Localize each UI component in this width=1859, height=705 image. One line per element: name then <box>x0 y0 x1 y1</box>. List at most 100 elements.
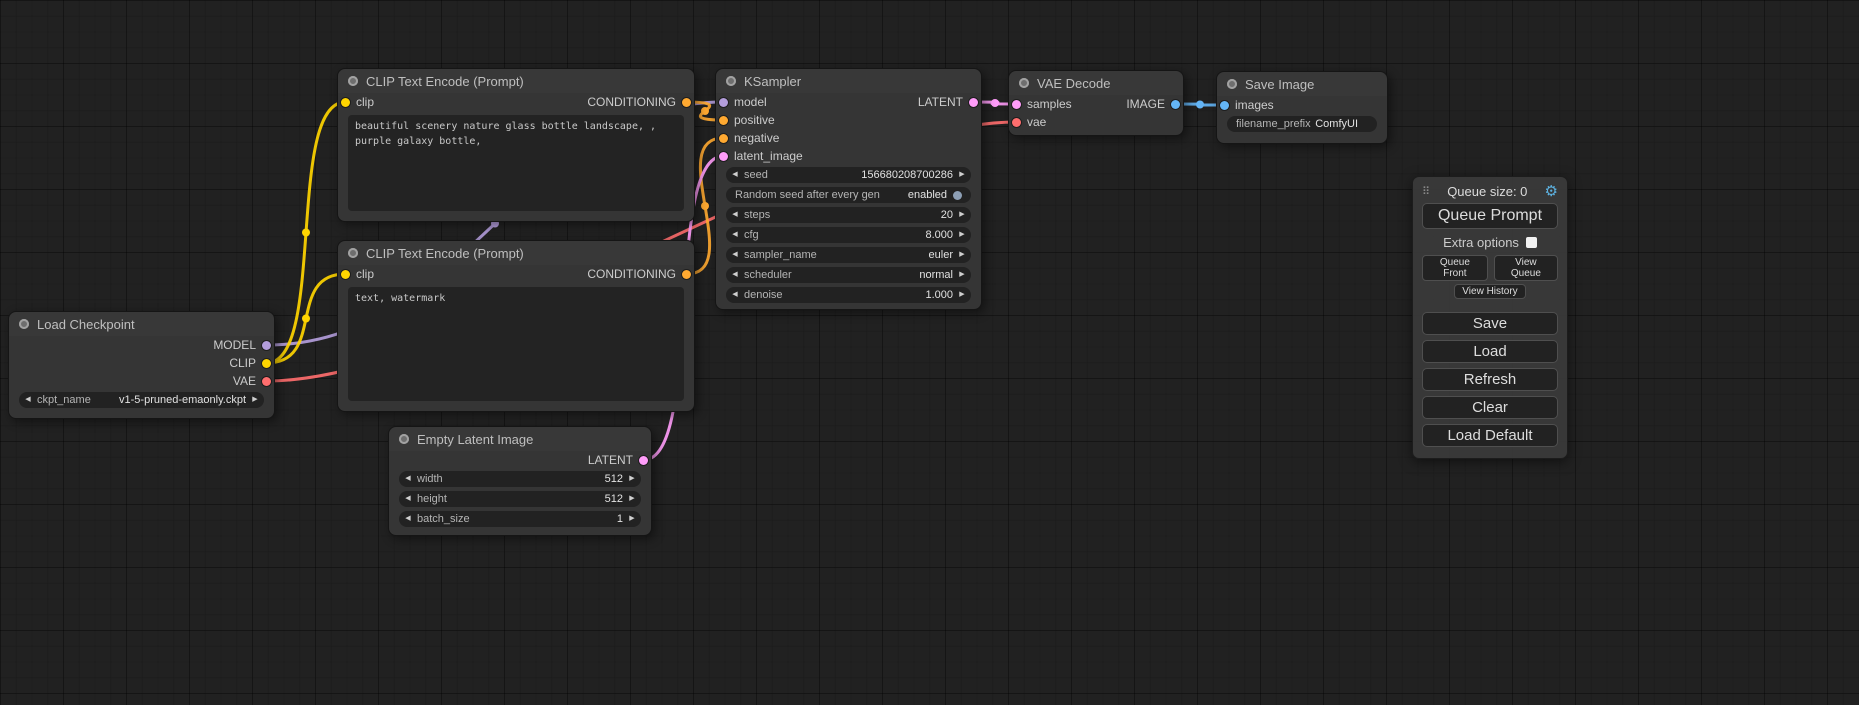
node-title-text: Empty Latent Image <box>417 432 533 447</box>
prompt-textarea[interactable]: beautiful scenery nature glass bottle la… <box>348 115 684 211</box>
node-vae-decode[interactable]: VAE DecodesamplesvaeIMAGE <box>1008 70 1184 136</box>
decrement-arrow-icon[interactable]: ◀ <box>399 471 417 487</box>
input-slot-dot[interactable] <box>719 116 728 125</box>
collapse-dot-icon[interactable] <box>348 76 358 86</box>
input-slot-dot[interactable] <box>1220 101 1229 110</box>
widget-denoise[interactable]: ◀denoise1.000▶ <box>726 287 971 303</box>
collapse-dot-icon[interactable] <box>726 76 736 86</box>
input-slot-dot[interactable] <box>719 98 728 107</box>
collapse-dot-icon[interactable] <box>19 319 29 329</box>
node-save-image[interactable]: Save Imageimagesfilename_prefixComfyUI <box>1216 71 1388 144</box>
increment-arrow-icon[interactable]: ▶ <box>623 491 641 507</box>
decrement-arrow-icon[interactable]: ◀ <box>726 167 744 183</box>
queue-panel-header: ⠿ Queue size: 0 ⚙ <box>1422 184 1558 199</box>
node-graph-canvas[interactable]: Load CheckpointMODELCLIPVAE ◀ckpt_namev1-… <box>0 0 1859 705</box>
load-default-button[interactable]: Load Default <box>1422 424 1558 447</box>
widget-batch_size[interactable]: ◀batch_size1▶ <box>399 511 641 527</box>
node-body: LATENT◀width512▶◀height512▶◀batch_size1▶ <box>389 451 651 535</box>
increment-arrow-icon[interactable]: ▶ <box>623 471 641 487</box>
widget-random-seed-after-every-gen[interactable]: Random seed after every genenabled <box>726 187 971 203</box>
widget-scheduler[interactable]: ◀schedulernormal▶ <box>726 267 971 283</box>
slots: MODELCLIPVAE <box>9 336 274 390</box>
widget-label: seed <box>744 169 768 181</box>
increment-arrow-icon[interactable]: ▶ <box>953 287 971 303</box>
widget-value: 512 <box>605 473 623 485</box>
node-load-checkpoint[interactable]: Load CheckpointMODELCLIPVAE ◀ckpt_namev1-… <box>8 311 275 419</box>
decrement-arrow-icon[interactable]: ◀ <box>19 392 37 408</box>
decrement-arrow-icon[interactable]: ◀ <box>726 267 744 283</box>
increment-arrow-icon[interactable]: ▶ <box>246 392 264 408</box>
node-body: modelpositivenegativelatent_imageLATENT◀… <box>716 93 981 309</box>
collapse-dot-icon[interactable] <box>399 434 409 444</box>
node-titlebar[interactable]: Save Image <box>1217 72 1387 96</box>
collapse-dot-icon[interactable] <box>348 248 358 258</box>
input-slot-label: latent_image <box>734 149 803 163</box>
save-button[interactable]: Save <box>1422 312 1558 335</box>
input-slot-clip: clip <box>341 93 374 111</box>
output-slot-dot[interactable] <box>682 270 691 279</box>
collapse-dot-icon[interactable] <box>1019 78 1029 88</box>
toggle-dot[interactable] <box>953 191 962 200</box>
node-titlebar[interactable]: KSampler <box>716 69 981 93</box>
node-titlebar[interactable]: VAE Decode <box>1009 71 1183 95</box>
widget-steps[interactable]: ◀steps20▶ <box>726 207 971 223</box>
node-body: samplesvaeIMAGE <box>1009 95 1183 135</box>
view-history-button[interactable]: View History <box>1454 284 1525 299</box>
node-clip-text-encode-negative[interactable]: CLIP Text Encode (Prompt)clipCONDITIONIN… <box>337 240 695 412</box>
decrement-arrow-icon[interactable]: ◀ <box>726 207 744 223</box>
input-slot-dot[interactable] <box>1012 100 1021 109</box>
widget-filename_prefix[interactable]: filename_prefixComfyUI <box>1227 116 1377 132</box>
input-slot-clip: clip <box>341 265 374 283</box>
output-slot-dot[interactable] <box>969 98 978 107</box>
queue-prompt-button[interactable]: Queue Prompt <box>1422 203 1558 229</box>
queue-front-button[interactable]: Queue Front <box>1422 255 1488 281</box>
decrement-arrow-icon[interactable]: ◀ <box>726 247 744 263</box>
widget-height[interactable]: ◀height512▶ <box>399 491 641 507</box>
node-titlebar[interactable]: CLIP Text Encode (Prompt) <box>338 69 694 93</box>
output-slot-dot[interactable] <box>639 456 648 465</box>
output-slot-dot[interactable] <box>262 377 271 386</box>
drag-handle-icon[interactable]: ⠿ <box>1422 185 1430 198</box>
node-ksampler[interactable]: KSamplermodelpositivenegativelatent_imag… <box>715 68 982 310</box>
input-slot-dot[interactable] <box>341 270 350 279</box>
widget-seed[interactable]: ◀seed156680208700286▶ <box>726 167 971 183</box>
increment-arrow-icon[interactable]: ▶ <box>953 247 971 263</box>
prompt-textarea[interactable]: text, watermark <box>348 287 684 401</box>
node-clip-text-encode-positive[interactable]: CLIP Text Encode (Prompt)clip CONDITIONIN… <box>337 68 695 222</box>
widget-sampler_name[interactable]: ◀sampler_nameeuler▶ <box>726 247 971 263</box>
widget-ckpt_name[interactable]: ◀ckpt_namev1-5-pruned-emaonly.ckpt▶ <box>19 392 264 408</box>
decrement-arrow-icon[interactable]: ◀ <box>726 227 744 243</box>
view-queue-button[interactable]: View Queue <box>1494 255 1558 281</box>
input-slot-dot[interactable] <box>1012 118 1021 127</box>
increment-arrow-icon[interactable]: ▶ <box>953 267 971 283</box>
node-titlebar[interactable]: CLIP Text Encode (Prompt) <box>338 241 694 265</box>
refresh-button[interactable]: Refresh <box>1422 368 1558 391</box>
increment-arrow-icon[interactable]: ▶ <box>953 207 971 223</box>
input-slot-label: samples <box>1027 97 1072 111</box>
widget-width[interactable]: ◀width512▶ <box>399 471 641 487</box>
output-slot-dot[interactable] <box>682 98 691 107</box>
load-button[interactable]: Load <box>1422 340 1558 363</box>
output-slot-dot[interactable] <box>262 359 271 368</box>
widget-cfg[interactable]: ◀cfg8.000▶ <box>726 227 971 243</box>
node-empty-latent-image[interactable]: Empty Latent ImageLATENT◀width512▶◀heigh… <box>388 426 652 536</box>
increment-arrow-icon[interactable]: ▶ <box>953 227 971 243</box>
decrement-arrow-icon[interactable]: ◀ <box>399 491 417 507</box>
increment-arrow-icon[interactable]: ▶ <box>953 167 971 183</box>
node-titlebar[interactable]: Empty Latent Image <box>389 427 651 451</box>
node-titlebar[interactable]: Load Checkpoint <box>9 312 274 336</box>
input-slot-dot[interactable] <box>719 152 728 161</box>
output-slot-label: CONDITIONING <box>587 95 676 109</box>
input-slot-dot[interactable] <box>341 98 350 107</box>
input-slot-dot[interactable] <box>719 134 728 143</box>
decrement-arrow-icon[interactable]: ◀ <box>399 511 417 527</box>
settings-gear-icon[interactable]: ⚙ <box>1545 184 1558 199</box>
decrement-arrow-icon[interactable]: ◀ <box>726 287 744 303</box>
output-slot-dot[interactable] <box>1171 100 1180 109</box>
collapse-dot-icon[interactable] <box>1227 79 1237 89</box>
output-slot-dot[interactable] <box>262 341 271 350</box>
extra-options-checkbox[interactable] <box>1526 237 1537 248</box>
widget-label: Random seed after every gen <box>735 189 880 201</box>
increment-arrow-icon[interactable]: ▶ <box>623 511 641 527</box>
clear-button[interactable]: Clear <box>1422 396 1558 419</box>
